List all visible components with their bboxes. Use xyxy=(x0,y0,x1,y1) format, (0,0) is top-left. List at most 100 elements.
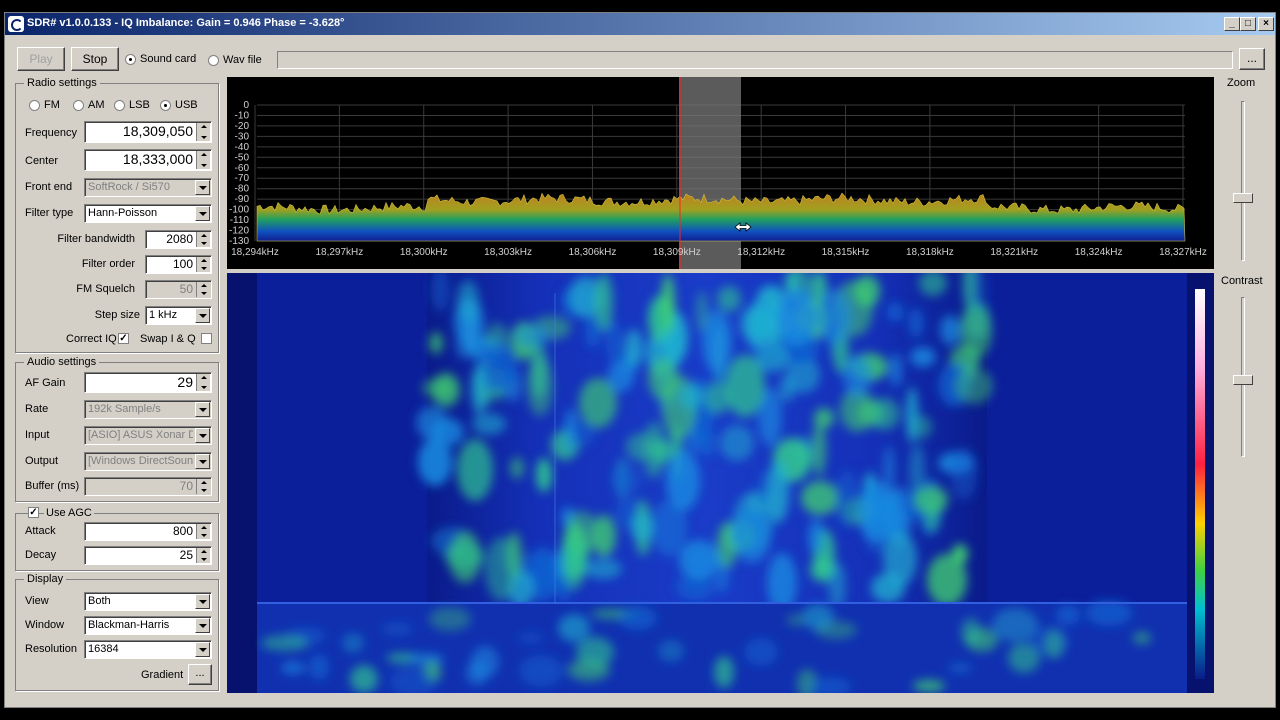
squelch-label: FM Squelch xyxy=(76,283,135,295)
minimize-button[interactable]: _ xyxy=(1224,17,1240,31)
wav-file-path-input[interactable] xyxy=(277,51,1233,69)
frequency-input[interactable]: 18,309,050 xyxy=(84,121,212,143)
db-tick-label: -60 xyxy=(235,163,250,174)
audio-settings-title: Audio settings xyxy=(24,356,100,368)
browse-button[interactable]: ... xyxy=(1239,48,1265,70)
wavfile-radio[interactable]: Wav file xyxy=(208,54,262,66)
buffer-input[interactable]: 70 xyxy=(84,477,212,496)
output-value: [Windows DirectSound] xyxy=(88,455,193,467)
stop-button[interactable]: Stop xyxy=(71,47,119,71)
wavfile-label: Wav file xyxy=(223,54,262,66)
freq-tick-label: 18,324kHz xyxy=(1075,247,1123,258)
view-select[interactable]: Both xyxy=(84,592,212,611)
frequency-value: 18,309,050 xyxy=(122,123,193,139)
close-button[interactable]: × xyxy=(1258,17,1274,31)
mode-radio-am[interactable]: AM xyxy=(73,99,105,111)
squelch-spinner[interactable] xyxy=(196,282,210,297)
step-label: Step size xyxy=(94,309,140,321)
view-value: Both xyxy=(88,595,111,607)
center-spinner[interactable] xyxy=(196,151,210,169)
bandwidth-value: 2080 xyxy=(166,232,193,246)
use-agc-label: Use AGC xyxy=(44,507,94,519)
step-value: 1 kHz xyxy=(149,309,178,321)
frequency-label: Frequency xyxy=(25,127,77,139)
resolution-select[interactable]: 16384 xyxy=(84,640,212,659)
waterfall-color-legend xyxy=(1195,289,1205,679)
attack-value: 800 xyxy=(172,524,193,538)
freq-tick-label: 18,315kHz xyxy=(822,247,870,258)
gradient-label: Gradient xyxy=(141,669,184,681)
bandwidth-spinner[interactable] xyxy=(196,232,210,247)
output-select[interactable]: [Windows DirectSound] xyxy=(84,452,212,471)
db-tick-label: -40 xyxy=(235,142,250,153)
freq-tick-label: 18,303kHz xyxy=(484,247,532,258)
zoom-label: Zoom xyxy=(1227,77,1256,89)
attack-label: Attack xyxy=(25,525,56,537)
swapiq-label: Swap I & Q xyxy=(140,333,196,345)
radio-dot xyxy=(114,99,125,111)
gradient-button[interactable]: ... xyxy=(188,664,212,685)
decay-input[interactable]: 25 xyxy=(84,546,212,565)
play-button[interactable]: Play xyxy=(17,47,65,71)
squelch-input[interactable]: 50 xyxy=(145,280,212,299)
db-tick-label: -100 xyxy=(229,205,249,216)
maximize-button[interactable]: □ xyxy=(1240,17,1256,31)
filtertype-label: Filter type xyxy=(25,207,74,219)
freq-tick-label: 18,309kHz xyxy=(653,247,701,258)
afgain-label: AF Gain xyxy=(25,377,66,389)
title-bar[interactable]: SDR# v1.0.0.133 - IQ Imbalance: Gain = 0… xyxy=(5,13,1275,35)
rate-select[interactable]: 192k Sample/s xyxy=(84,400,212,419)
filtertype-value: Hann-Poisson xyxy=(88,207,158,219)
correctiq-checkbox[interactable]: ✓ xyxy=(118,333,129,344)
db-tick-label: -50 xyxy=(235,152,250,163)
input-select[interactable]: [ASIO] ASUS Xonar D1 xyxy=(84,426,212,445)
mode-label: LSB xyxy=(129,99,150,111)
afgain-spinner[interactable] xyxy=(196,374,210,391)
decay-spinner[interactable] xyxy=(196,548,210,563)
frequency-spinner[interactable] xyxy=(196,123,210,141)
freq-tick-label: 18,300kHz xyxy=(400,247,448,258)
center-input[interactable]: 18,333,000 xyxy=(84,149,212,171)
radio-dot xyxy=(125,53,136,65)
order-label: Filter order xyxy=(81,258,135,270)
decay-value: 25 xyxy=(179,548,193,562)
mode-radio-usb[interactable]: USB xyxy=(160,99,198,111)
mode-radio-fm[interactable]: FM xyxy=(29,99,60,111)
freq-tick-label: 18,297kHz xyxy=(315,247,363,258)
view-label: View xyxy=(25,595,49,607)
soundcard-radio[interactable]: Sound card xyxy=(125,53,196,65)
chevron-down-icon xyxy=(195,642,210,657)
mode-radio-lsb[interactable]: LSB xyxy=(114,99,150,111)
output-label: Output xyxy=(25,455,59,467)
order-spinner[interactable] xyxy=(196,257,210,272)
mode-label: USB xyxy=(175,99,198,111)
chevron-down-icon xyxy=(195,594,210,609)
frontend-select[interactable]: SoftRock / Si570 xyxy=(84,178,212,197)
chevron-down-icon xyxy=(195,308,210,323)
chevron-down-icon xyxy=(195,206,210,221)
db-tick-label: -30 xyxy=(235,131,250,142)
swapiq-checkbox[interactable] xyxy=(201,333,212,344)
step-select[interactable]: 1 kHz xyxy=(145,306,212,325)
buffer-label: Buffer (ms) xyxy=(25,480,80,492)
attack-spinner[interactable] xyxy=(196,524,210,539)
attack-input[interactable]: 800 xyxy=(84,522,212,541)
contrast-slider-thumb[interactable] xyxy=(1233,375,1253,385)
order-input[interactable]: 100 xyxy=(145,255,212,274)
waterfall-svg xyxy=(227,273,1214,693)
main-window: SDR# v1.0.0.133 - IQ Imbalance: Gain = 0… xyxy=(4,12,1276,708)
bandwidth-input[interactable]: 2080 xyxy=(145,230,212,249)
zoom-slider-thumb[interactable] xyxy=(1233,193,1253,203)
window-value: Blackman-Harris xyxy=(88,619,170,631)
filtertype-select[interactable]: Hann-Poisson xyxy=(84,204,212,223)
buffer-spinner[interactable] xyxy=(196,479,210,494)
window-select[interactable]: Blackman-Harris xyxy=(84,616,212,635)
spectrum-analyzer[interactable]: 0 -10 -20 -30 -40 -50 -60 -70 -80 -90 -100 -110 -120… xyxy=(227,77,1214,269)
zoom-slider-track[interactable] xyxy=(1241,101,1245,261)
use-agc-checkbox[interactable]: ✓ xyxy=(28,507,39,518)
freq-tick-label: 18,318kHz xyxy=(906,247,954,258)
radio-dot xyxy=(73,99,84,111)
waterfall-display[interactable] xyxy=(227,273,1214,693)
afgain-input[interactable]: 29 xyxy=(84,372,212,393)
radio-settings-title: Radio settings xyxy=(24,77,100,89)
